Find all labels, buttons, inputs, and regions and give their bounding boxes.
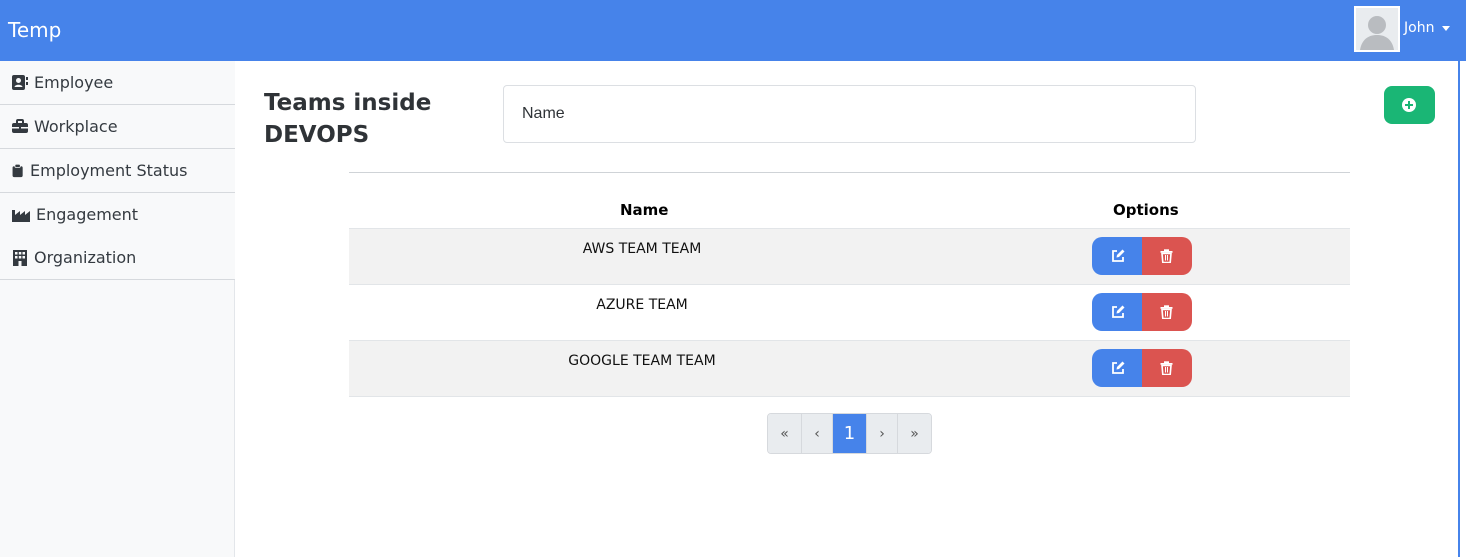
window-edge: [1458, 61, 1466, 557]
pagination: « ‹ 1 › »: [767, 413, 932, 454]
page-prev-button[interactable]: ‹: [802, 414, 833, 453]
sidebar-item-label: Workplace: [34, 117, 118, 136]
sidebar-item-label: Employment Status: [30, 161, 188, 180]
page-next-button[interactable]: ›: [867, 414, 898, 453]
user-avatar-icon: [1356, 8, 1398, 50]
sidebar-item-engagement[interactable]: Engagement: [0, 193, 235, 237]
sidebar: Employee Workplace Employment Status Eng…: [0, 61, 235, 557]
edit-icon: [1112, 305, 1125, 318]
page-last-button[interactable]: »: [898, 414, 931, 453]
sidebar-item-label: Employee: [34, 73, 114, 92]
briefcase-icon: [12, 119, 28, 133]
avatar[interactable]: [1354, 6, 1400, 52]
trash-icon: [1160, 249, 1173, 263]
page-title: Teams inside DEVOPS: [264, 90, 432, 148]
industry-icon: [12, 210, 30, 222]
clipboard-icon: [12, 163, 23, 178]
delete-button[interactable]: [1142, 349, 1192, 387]
search-input[interactable]: [503, 85, 1196, 143]
team-name: AWS TEAM TEAM: [582, 241, 702, 257]
sidebar-item-organization[interactable]: Organization: [0, 236, 235, 280]
plus-circle-icon: [1402, 98, 1416, 112]
edit-button[interactable]: [1092, 237, 1142, 275]
column-header-options: Options: [1113, 201, 1179, 219]
page-current-button[interactable]: 1: [833, 414, 867, 453]
brand-title[interactable]: Temp: [8, 18, 61, 42]
table-row: GOOGLE TEAM TEAM: [349, 340, 1350, 396]
column-header-name: Name: [620, 201, 669, 219]
trash-icon: [1160, 305, 1173, 319]
edit-icon: [1112, 361, 1125, 374]
top-navbar: Temp John: [0, 0, 1466, 61]
team-name: GOOGLE TEAM TEAM: [568, 353, 716, 369]
sidebar-item-employment-status[interactable]: Employment Status: [0, 149, 235, 193]
delete-button[interactable]: [1142, 293, 1192, 331]
user-menu-name[interactable]: John: [1404, 20, 1434, 36]
edit-icon: [1112, 249, 1125, 262]
building-icon: [13, 250, 27, 266]
delete-button[interactable]: [1142, 237, 1192, 275]
divider: [349, 172, 1350, 173]
table-row: AZURE TEAM: [349, 284, 1350, 340]
table-row: AWS TEAM TEAM: [349, 228, 1350, 284]
table-bottom-border: [349, 396, 1350, 397]
chevron-down-icon[interactable]: [1442, 26, 1450, 31]
page-first-button[interactable]: «: [768, 414, 802, 453]
team-name: AZURE TEAM: [596, 297, 688, 313]
contact-card-icon: [12, 75, 28, 90]
sidebar-item-label: Organization: [34, 248, 137, 267]
sidebar-item-label: Engagement: [36, 205, 139, 224]
sidebar-item-workplace[interactable]: Workplace: [0, 105, 235, 149]
edit-button[interactable]: [1092, 293, 1142, 331]
trash-icon: [1160, 361, 1173, 375]
edit-button[interactable]: [1092, 349, 1142, 387]
add-team-button[interactable]: [1384, 86, 1435, 124]
sidebar-item-employee[interactable]: Employee: [0, 61, 235, 105]
